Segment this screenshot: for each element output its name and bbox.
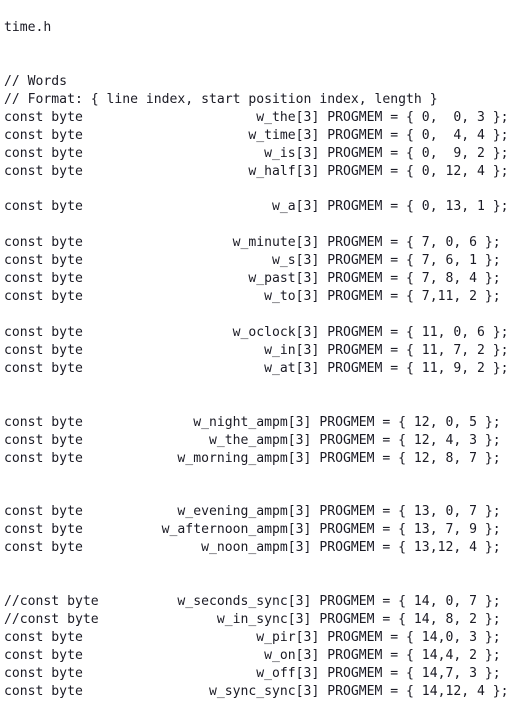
code-line-declaration: const byte w_afternoon_ampm[3] PROGMEM =… [4, 522, 501, 538]
code-listing[interactable]: time.h // Words // Format: { line index, s… [0, 13, 526, 701]
code-line-declaration: const byte w_morning_ampm[3] PROGMEM = {… [4, 450, 501, 466]
code-line-declaration: const byte w_to[3] PROGMEM = { 7,11, 2 }… [4, 289, 501, 305]
code-line-declaration: const byte w_on[3] PROGMEM = { 14,4, 2 }… [4, 647, 501, 663]
code-line-declaration: const byte w_minute[3] PROGMEM = { 7, 0,… [4, 235, 501, 251]
code-line-declaration: //const byte w_seconds_sync[3] PROGMEM =… [4, 594, 501, 610]
code-line-declaration: const byte w_the[3] PROGMEM = { 0, 0, 3 … [4, 109, 509, 125]
code-line-declaration: const byte w_pir[3] PROGMEM = { 14,0, 3 … [4, 629, 501, 645]
code-line-declaration: const byte w_night_ampm[3] PROGMEM = { 1… [4, 414, 501, 430]
code-line-declaration: const byte w_off[3] PROGMEM = { 14,7, 3 … [4, 665, 501, 681]
code-line-filename: time.h [4, 20, 52, 36]
code-line-declaration: const byte w_noon_ampm[3] PROGMEM = { 13… [4, 540, 501, 556]
code-line-declaration: const byte w_time[3] PROGMEM = { 0, 4, 4… [4, 127, 509, 143]
code-line-declaration: const byte w_evening_ampm[3] PROGMEM = {… [4, 504, 501, 520]
code-line-comment: // Words [4, 73, 68, 89]
code-line-declaration: const byte w_is[3] PROGMEM = { 0, 9, 2 }… [4, 145, 509, 161]
code-line-declaration: const byte w_a[3] PROGMEM = { 0, 13, 1 }… [4, 199, 509, 215]
code-line-declaration: const byte w_oclock[3] PROGMEM = { 11, 0… [4, 325, 509, 341]
code-line-declaration: const byte w_in[3] PROGMEM = { 11, 7, 2 … [4, 342, 509, 358]
code-line-declaration: const byte w_s[3] PROGMEM = { 7, 6, 1 }; [4, 253, 501, 269]
code-line-declaration: const byte w_half[3] PROGMEM = { 0, 12, … [4, 163, 509, 179]
code-line-declaration: const byte w_sync_sync[3] PROGMEM = { 14… [4, 683, 509, 699]
code-line-declaration: const byte w_at[3] PROGMEM = { 11, 9, 2 … [4, 360, 509, 376]
code-line-comment: // Format: { line index, start position … [4, 91, 438, 107]
code-line-declaration: //const byte w_in_sync[3] PROGMEM = { 14… [4, 612, 501, 628]
code-line-declaration: const byte w_the_ampm[3] PROGMEM = { 12,… [4, 432, 501, 448]
code-line-declaration: const byte w_past[3] PROGMEM = { 7, 8, 4… [4, 271, 501, 287]
